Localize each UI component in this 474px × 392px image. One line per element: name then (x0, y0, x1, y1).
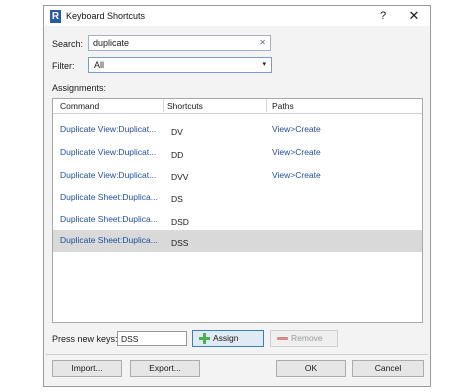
column-divider[interactable] (163, 99, 164, 112)
shortcut-cell: DD (171, 150, 184, 160)
remove-label: Remove (291, 333, 323, 343)
search-value: duplicate (93, 38, 130, 48)
path-cell: View>Create (272, 170, 321, 180)
column-header-paths[interactable]: Paths (272, 101, 294, 111)
search-input[interactable]: duplicate ✕ (88, 35, 271, 51)
assignments-table: Command Shortcuts Paths Duplicate View:D… (52, 98, 423, 323)
new-keys-input[interactable]: DSS (117, 331, 187, 346)
minus-icon (277, 337, 288, 340)
table-row[interactable]: Duplicate Sheet:Duplica... DS (53, 186, 422, 208)
keyboard-shortcuts-dialog: R Keyboard Shortcuts ? ✕ Search: duplica… (43, 5, 431, 387)
shortcut-cell: DVV (171, 172, 189, 182)
ok-button[interactable]: OK (276, 360, 346, 377)
remove-button[interactable]: Remove (270, 330, 338, 347)
column-divider[interactable] (266, 99, 267, 112)
table-row-selected[interactable]: Duplicate Sheet:Duplica... DSS (53, 230, 422, 252)
shortcut-cell: DV (171, 127, 183, 137)
column-header-command[interactable]: Command (60, 101, 99, 111)
path-cell: View>Create (272, 124, 321, 134)
command-cell: Duplicate View:Duplicat... (60, 124, 157, 134)
search-label: Search: (52, 39, 84, 49)
assign-label: Assign (213, 333, 239, 343)
dialog-title: Keyboard Shortcuts (66, 11, 146, 21)
table-row[interactable]: Duplicate View:Duplicat... DVV View>Crea… (53, 163, 422, 185)
chevron-down-icon: ▾ (262, 61, 266, 68)
help-button[interactable]: ? (375, 9, 391, 23)
revit-app-icon: R (50, 10, 61, 23)
shortcut-cell: DSD (171, 217, 189, 227)
new-keys-value: DSS (121, 334, 139, 344)
clear-search-icon[interactable]: ✕ (259, 38, 266, 47)
table-row[interactable]: Duplicate Sheet:Duplica... DSD (53, 209, 422, 231)
column-header-shortcuts[interactable]: Shortcuts (167, 101, 203, 111)
command-cell: Duplicate View:Duplicat... (60, 170, 157, 180)
command-cell: Duplicate Sheet:Duplica... (60, 235, 158, 245)
command-cell: Duplicate Sheet:Duplica... (60, 214, 158, 224)
shortcut-cell: DSS (171, 238, 189, 248)
table-row[interactable]: Duplicate View:Duplicat... DD View>Creat… (53, 140, 422, 162)
filter-label: Filter: (52, 61, 75, 71)
cancel-button[interactable]: Cancel (352, 360, 424, 377)
import-button[interactable]: Import... (52, 360, 122, 377)
footer-divider (46, 354, 428, 355)
assign-button[interactable]: Assign (192, 330, 264, 347)
export-button[interactable]: Export... (130, 360, 200, 377)
close-button[interactable]: ✕ (406, 8, 422, 24)
title-bar: R Keyboard Shortcuts ? ✕ (44, 6, 430, 26)
assignments-label: Assignments: (52, 83, 107, 93)
path-cell: View>Create (272, 147, 321, 157)
table-row[interactable]: Duplicate View:Duplicat... DV View>Creat… (53, 118, 422, 140)
shortcut-cell: DS (171, 194, 183, 204)
command-cell: Duplicate View:Duplicat... (60, 147, 157, 157)
filter-value: All (94, 60, 105, 70)
new-keys-label: Press new keys: (52, 334, 118, 344)
filter-dropdown[interactable]: All ▾ (88, 57, 272, 73)
table-header: Command Shortcuts Paths (53, 99, 422, 114)
plus-icon (199, 333, 210, 344)
command-cell: Duplicate Sheet:Duplica... (60, 192, 158, 202)
